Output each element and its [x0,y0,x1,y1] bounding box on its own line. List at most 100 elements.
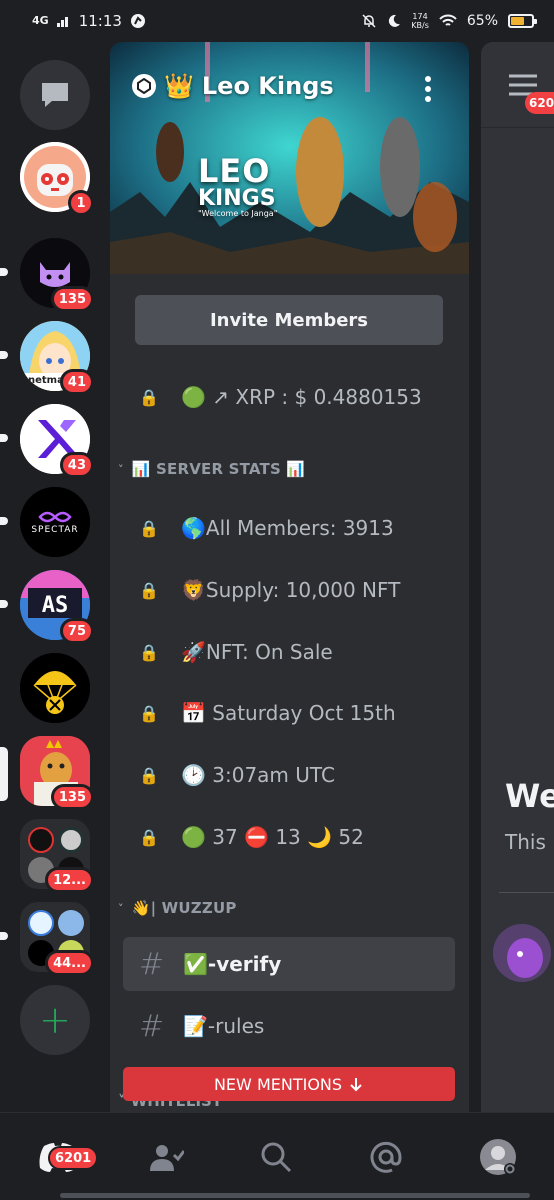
chevron-down-icon: ˅ [118,462,124,476]
unread-indicator [0,600,8,608]
unread-indicator [0,434,8,442]
server-leo-kings[interactable]: 135 [20,736,94,810]
network-speed: 174 KB/s [411,12,429,30]
server-header[interactable]: 👑 Leo Kings [132,72,334,100]
welcome-subtitle: This i [505,830,554,854]
channel-all-members[interactable]: 🔒 🌎All Members: 3913 [123,501,455,555]
category-wuzzup[interactable]: ˅ 👋| WUZZUP [118,899,237,917]
unread-badge: 135 [50,784,94,810]
unread-badge: 43 [59,452,94,478]
hashtag-icon: # [139,946,165,982]
server-folder-2[interactable]: 44... [20,902,94,976]
lock-icon: 🔒 [139,765,159,785]
nav-friends[interactable] [136,1133,196,1181]
unread-indicator [0,351,8,359]
channel-name: 📅 Saturday Oct 15th [181,701,396,725]
channel-xrp[interactable]: 🔒 🟢 ↗ XRP : $ 0.4880153 [123,370,455,424]
nav-search[interactable] [246,1133,306,1181]
spectar-server-icon [20,487,90,557]
selected-server-indicator [0,747,8,801]
lock-icon: 🔒 [139,580,159,600]
wifi-icon [439,14,457,26]
channel-name: 📝-rules [183,1014,265,1038]
category-label: 📊 SERVER STATS 📊 [131,460,306,478]
channel-status-counts[interactable]: 🔒 🟢 37 ⛔ 13 🌙 52 [123,810,455,864]
channel-nft-sale[interactable]: 🔒 🚀NFT: On Sale [123,625,455,679]
direct-messages-button[interactable] [20,60,90,130]
clock: 11:13 [78,12,122,30]
hashtag-icon: # [139,1008,165,1044]
boost-icon [132,74,156,98]
svg-text:AS: AS [42,593,69,618]
welcome-heading: We [505,777,554,815]
server-folder-1[interactable]: 12... [20,819,94,893]
channel-name: ✅-verify [183,952,282,976]
channel-panel: 👑 Leo Kings LEO KINGS "Welcome to Janga"… [110,42,469,1112]
channel-rules[interactable]: # 📝-rules [123,999,455,1053]
server-as[interactable]: AS 75 [20,570,94,644]
unread-badge: 75 [59,618,94,644]
gesture-bar [60,1193,530,1198]
signal-icon [56,17,68,27]
unread-badge: 41 [59,369,94,395]
server-banner[interactable]: 👑 Leo Kings LEO KINGS "Welcome to Janga" [110,42,469,274]
server-parachute[interactable] [20,653,90,723]
folder-server-thumb [28,827,54,853]
channel-name: 🟢 37 ⛔ 13 🌙 52 [181,825,364,849]
channel-verify[interactable]: # ✅-verify [123,937,455,991]
network-indicator: 4G [32,14,49,27]
channel-supply[interactable]: 🔒 🦁Supply: 10,000 NFT [123,563,455,617]
channel-name: 🟢 ↗ XRP : $ 0.4880153 [181,385,422,409]
unread-indicator [0,932,8,940]
server-robot[interactable]: 1 [20,142,94,216]
avatar[interactable] [493,924,551,982]
channel-date[interactable]: 🔒 📅 Saturday Oct 15th [123,686,455,740]
invite-members-button[interactable]: Invite Members [135,295,443,345]
battery-percent: 65% [466,13,498,29]
server-caption: SPECTAR [31,525,79,535]
nav-mentions[interactable] [356,1133,416,1181]
home-unread-badge: 6201 [48,1146,99,1170]
chat-bubble-icon [42,83,68,107]
folder-server-thumb [58,910,84,936]
unread-indicator [0,268,8,276]
parachute-server-icon [20,653,90,723]
channel-name: 🕑 3:07am UTC [181,763,335,787]
add-server-button[interactable]: + [20,985,90,1055]
unread-badge: 6201 [525,92,554,114]
folder-server-thumb [28,910,54,936]
mute-bell-icon [362,14,376,28]
lock-icon: 🔒 [139,518,159,538]
new-mentions-button[interactable]: NEW MENTIONS [123,1067,455,1101]
lock-icon: 🔒 [139,703,159,723]
at-icon [370,1141,402,1173]
unread-indicator [0,517,8,525]
server-menu-icon[interactable] [425,76,431,102]
channel-time[interactable]: 🔒 🕑 3:07am UTC [123,748,455,802]
app-notification-icon [130,14,145,28]
friends-icon [150,1145,184,1171]
chat-peek[interactable]: 6201 We This i [481,42,554,1112]
search-icon [261,1142,292,1173]
divider [499,892,554,893]
battery-icon [508,14,537,28]
server-purple-cat[interactable]: 135 [20,238,94,312]
unread-badge: 1 [68,190,94,216]
banner-logo: LEO KINGS "Welcome to Janga" [198,152,278,218]
arrow-down-icon [350,1078,362,1092]
server-spectar[interactable]: SPECTAR [20,487,90,557]
server-name: Leo Kings [201,72,334,100]
server-netmarble[interactable]: netmar 41 [20,321,94,395]
folder-server-thumb [58,827,84,853]
category-server-stats[interactable]: ˅ 📊 SERVER STATS 📊 [118,460,305,478]
channel-name: 🚀NFT: On Sale [181,640,333,664]
nav-profile[interactable] [468,1133,528,1181]
unread-badge: 135 [50,286,94,312]
unread-badge: 44... [45,950,94,976]
server-rail: 1 135 netmar 41 43 SPECTAR AS 75 135 12.… [0,42,110,1112]
channel-name: 🌎All Members: 3913 [181,516,394,540]
lock-icon: 🔒 [139,387,159,407]
server-x[interactable]: 43 [20,404,94,478]
crown-emoji: 👑 [164,72,194,100]
lock-icon: 🔒 [139,642,159,662]
